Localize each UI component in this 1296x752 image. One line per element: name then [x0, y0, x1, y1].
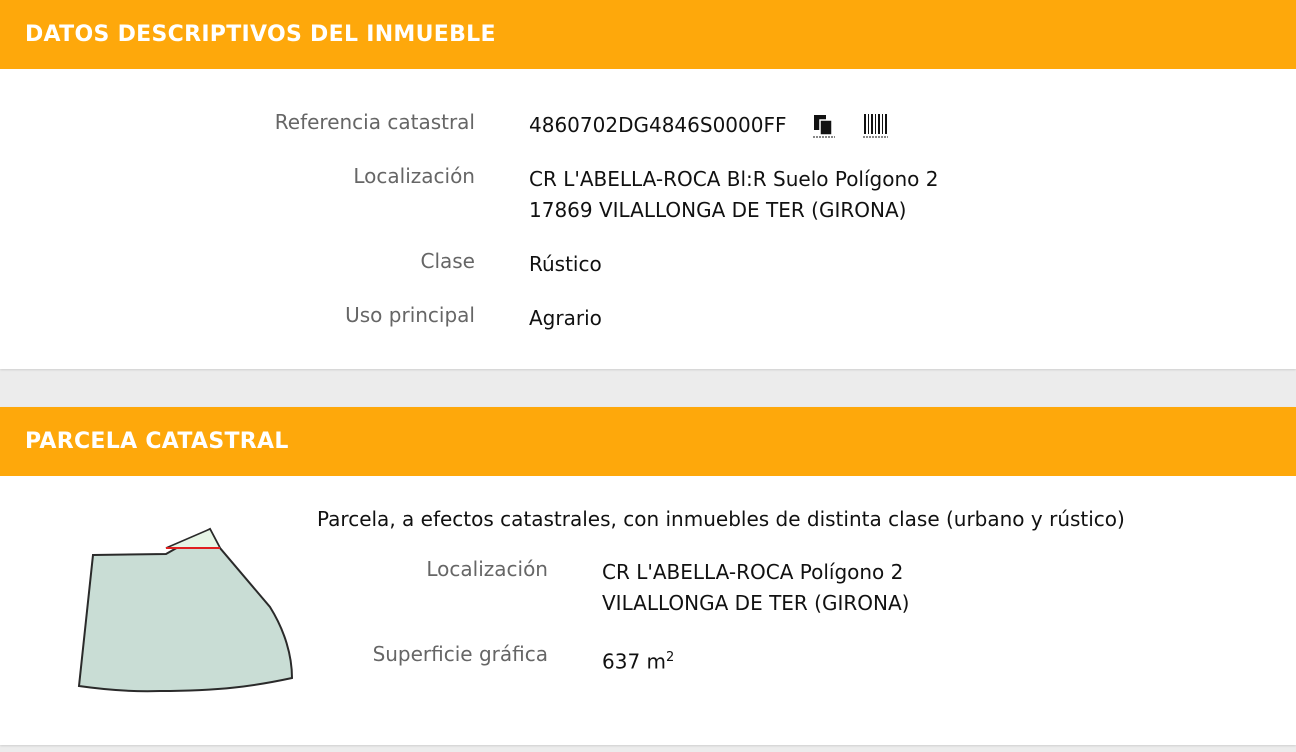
parcela-catastral-panel: PARCELA CATASTRAL Parcela, a efectos cat… — [0, 407, 1296, 745]
parcel-shape — [77, 527, 294, 693]
referencia-catastral-value: 4860702DG4846S0000FF — [529, 113, 787, 137]
localizacion-line2: 17869 VILALLONGA DE TER (GIRONA) — [529, 198, 907, 222]
parcela-description: Parcela, a efectos catastrales, con inmu… — [317, 507, 1125, 531]
localizacion-line1: CR L'ABELLA-ROCA Bl:R Suelo Polígono 2 — [529, 167, 939, 191]
clase-value: Rústico — [529, 252, 602, 276]
parcela-catastral-header: PARCELA CATASTRAL — [0, 407, 1296, 476]
parcela-localizacion-label: Localización — [426, 557, 548, 581]
superficie-grafica-label: Superficie gráfica — [372, 642, 548, 666]
referencia-catastral-label: Referencia catastral — [274, 110, 475, 134]
superficie-exponent: 2 — [666, 650, 675, 665]
copy-icon[interactable] — [812, 113, 836, 143]
uso-principal-value: Agrario — [529, 306, 602, 330]
datos-descriptivos-header: DATOS DESCRIPTIVOS DEL INMUEBLE — [0, 0, 1296, 69]
parcel-map[interactable] — [70, 521, 300, 701]
superficie-number: 637 m — [602, 649, 667, 674]
barcode-icon[interactable] — [863, 113, 889, 143]
uso-principal-label: Uso principal — [345, 303, 475, 327]
parcela-localizacion-line1: CR L'ABELLA-ROCA Polígono 2 — [602, 560, 904, 584]
clase-label: Clase — [420, 249, 475, 273]
datos-descriptivos-panel: DATOS DESCRIPTIVOS DEL INMUEBLE Referenc… — [0, 0, 1296, 369]
localizacion-label: Localización — [353, 164, 475, 188]
parcel-highlight-area — [165, 528, 222, 549]
parcela-localizacion-line2: VILALLONGA DE TER (GIRONA) — [602, 591, 910, 615]
superficie-grafica-value: 637 m2 — [602, 642, 674, 678]
